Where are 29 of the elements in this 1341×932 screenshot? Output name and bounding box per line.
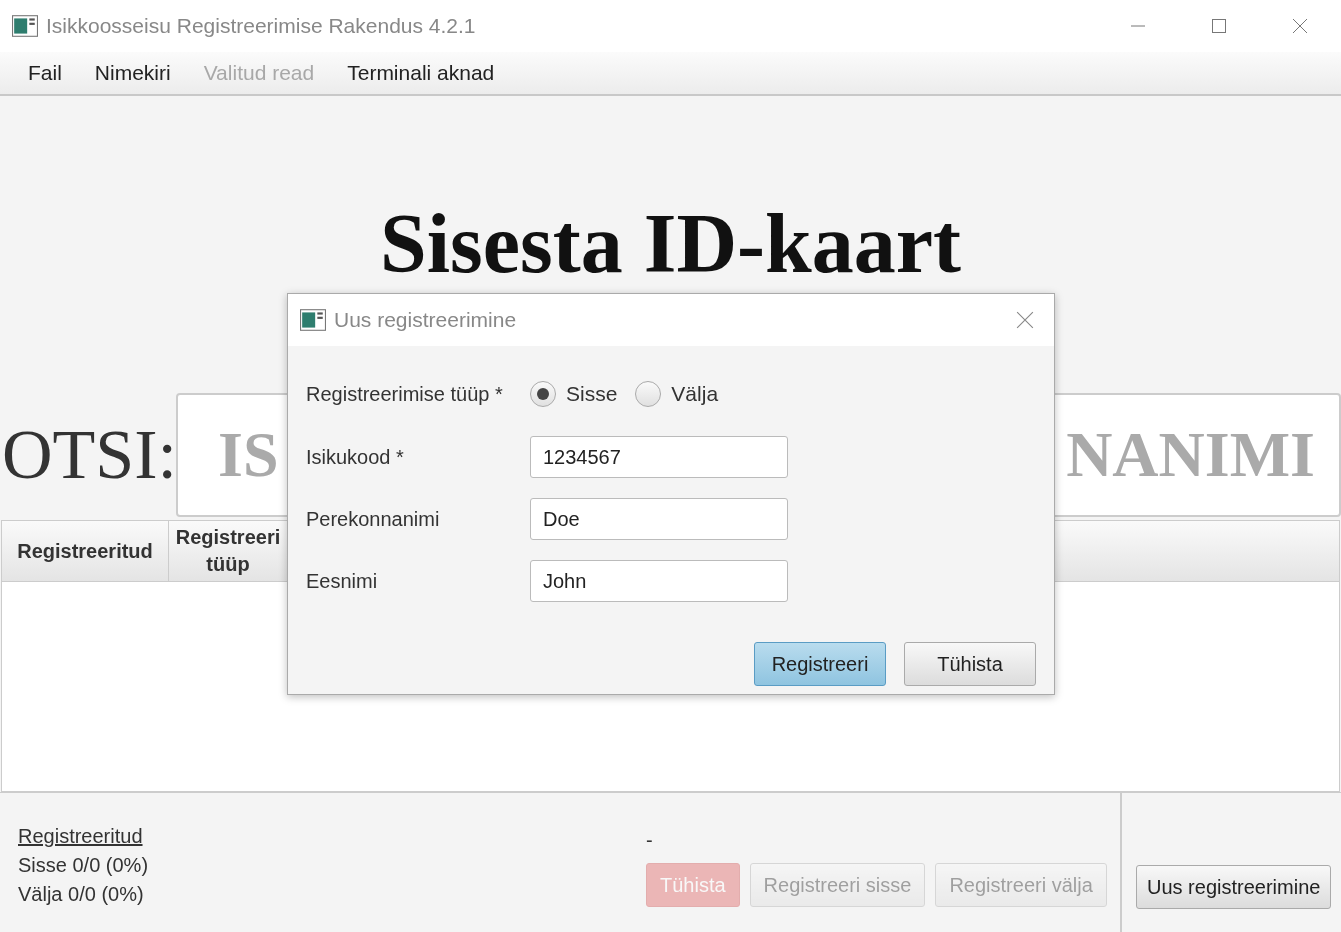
close-icon[interactable]	[1016, 311, 1034, 329]
menu-item[interactable]: Nimekiri	[94, 61, 171, 85]
search-label: OTSI:	[1, 415, 176, 495]
field-label: Eesnimi	[306, 569, 379, 593]
input-field[interactable]: John	[530, 560, 788, 602]
radio-option[interactable]: Välja	[635, 381, 719, 407]
dialog-title: Uus registreerimine	[334, 308, 517, 332]
app-icon	[300, 309, 326, 331]
app-icon	[12, 15, 38, 37]
menu-item[interactable]: Fail	[28, 61, 62, 85]
input-field[interactable]: 1234567	[530, 436, 788, 478]
heading: Sisesta ID-kaart	[380, 202, 961, 286]
close-icon[interactable]	[1292, 18, 1308, 34]
field-label: Registreerimise tüüp *	[306, 382, 504, 406]
summary-line: Sisse 0/0 (0%)	[18, 854, 150, 877]
menu-item[interactable]: Terminali aknad	[347, 61, 495, 85]
field-label: Perekonnanimi	[306, 507, 441, 531]
new-registration-button[interactable]: Uus registreerimine	[1136, 865, 1332, 909]
field-label: Isikukood *	[306, 445, 405, 469]
status-text: -	[646, 829, 654, 853]
summary-title[interactable]: Registreeritud	[18, 825, 628, 848]
dialog-button[interactable]: Tühista	[904, 642, 1036, 686]
column-header[interactable]: Registreeritud	[2, 521, 169, 581]
maximize-icon[interactable]	[1211, 18, 1227, 34]
summary-line: Välja 0/0 (0%)	[18, 883, 145, 906]
window-title: Isikkoosseisu Registreerimise Rakendus 4.2.1	[46, 14, 476, 38]
input-field[interactable]: Doe	[530, 498, 788, 540]
radio-option[interactable]: Sisse	[530, 381, 618, 407]
dialog-button[interactable]: Registreeri	[754, 642, 886, 686]
